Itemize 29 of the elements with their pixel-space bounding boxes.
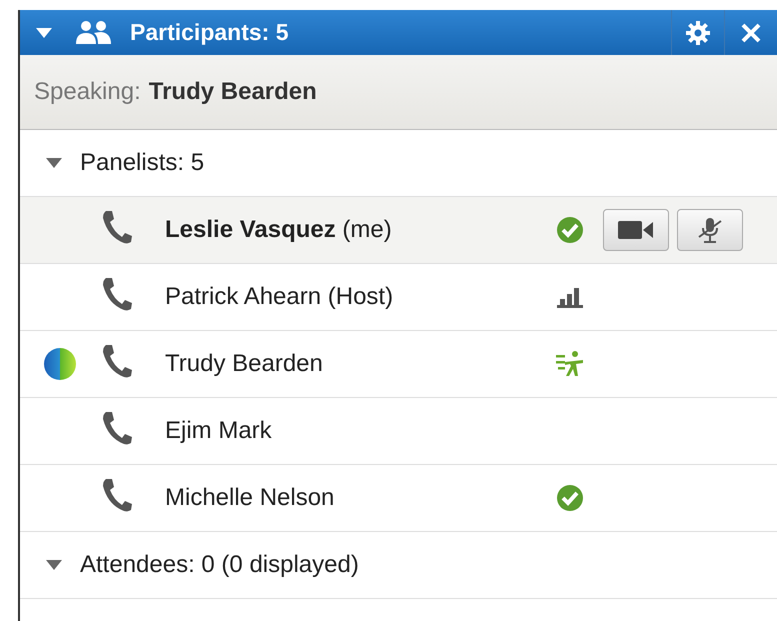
participant-name: Leslie Vasquez (me) (165, 216, 393, 244)
participant-row[interactable]: Ejim Mark (20, 398, 777, 465)
participant-name: Patrick Ahearn (Host) (165, 283, 394, 311)
video-button[interactable] (603, 209, 669, 251)
speaker-name: Trudy Bearden (148, 78, 317, 106)
participant-name: Michelle Nelson (165, 484, 336, 512)
mute-button[interactable] (677, 209, 743, 251)
group-label: Attendees: 0 (0 displayed) (80, 551, 359, 579)
phone-icon (100, 410, 134, 446)
collapse-arrow-icon[interactable] (36, 28, 52, 38)
close-icon[interactable] (740, 22, 762, 44)
collapse-arrow-icon[interactable] (46, 158, 62, 168)
people-icon (74, 20, 114, 46)
participant-row[interactable]: Patrick Ahearn (Host) (20, 264, 777, 331)
settings-icon[interactable] (685, 20, 711, 46)
collapse-arrow-icon[interactable] (46, 560, 62, 570)
phone-icon (100, 342, 134, 378)
participant-row[interactable]: Michelle Nelson (20, 465, 777, 532)
speaking-label: Speaking: (34, 78, 141, 106)
panel-title: Participants: 5 (130, 19, 288, 46)
phone-icon (100, 208, 134, 244)
phone-icon (100, 476, 134, 512)
video-camera-icon (618, 219, 654, 241)
participant-name: Trudy Bearden (165, 350, 324, 378)
participant-row[interactable]: Trudy Bearden (20, 331, 777, 398)
participant-name: Ejim Mark (165, 417, 273, 445)
group-label: Panelists: 5 (80, 149, 204, 177)
phone-icon (100, 276, 134, 312)
participant-row[interactable]: Leslie Vasquez (me) (20, 197, 777, 264)
